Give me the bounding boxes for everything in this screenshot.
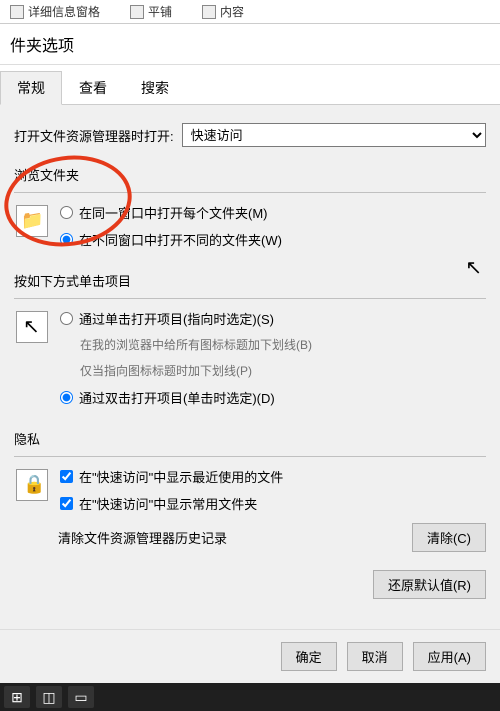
divider: [14, 298, 486, 299]
apply-button[interactable]: 应用(A): [413, 642, 486, 671]
ok-button[interactable]: 确定: [281, 642, 337, 671]
ribbon-details-label: 详细信息窗格: [28, 3, 100, 20]
divider: [14, 456, 486, 457]
ribbon-tile[interactable]: 平铺: [130, 3, 172, 20]
tab-view[interactable]: 查看: [62, 71, 124, 104]
check-freq-folders[interactable]: [60, 497, 73, 510]
start-button[interactable]: ⊞: [4, 686, 30, 708]
check-freq-folders-label[interactable]: 在"快速访问"中显示常用文件夹: [79, 494, 257, 513]
tab-search[interactable]: 搜索: [124, 71, 186, 104]
radio-single-click[interactable]: [60, 312, 73, 325]
task-view-icon[interactable]: ◫: [36, 686, 62, 708]
restore-defaults-button[interactable]: 还原默认值(R): [373, 570, 486, 599]
ribbon-tile-label: 平铺: [148, 3, 172, 20]
dialog-title: 件夹选项: [0, 24, 500, 65]
radio-double-click-label[interactable]: 通过双击打开项目(单击时选定)(D): [79, 388, 275, 407]
sub-underline-all: 在我的浏览器中给所有图标标题加下划线(B): [80, 336, 312, 354]
privacy-group-title: 隐私: [14, 429, 486, 448]
radio-single-click-label[interactable]: 通过单击打开项目(指向时选定)(S): [79, 309, 274, 328]
dialog-button-bar: 确定 取消 应用(A): [0, 629, 500, 683]
radio-double-click[interactable]: [60, 391, 73, 404]
ribbon-content-label: 内容: [220, 3, 244, 20]
click-group-title: 按如下方式单击项目: [14, 271, 486, 290]
clear-history-label: 清除文件资源管理器历史记录: [58, 528, 227, 547]
cancel-button[interactable]: 取消: [347, 642, 403, 671]
tab-general[interactable]: 常规: [0, 71, 62, 105]
open-with-label: 打开文件资源管理器时打开:: [14, 126, 174, 145]
open-with-select[interactable]: 快速访问: [182, 123, 486, 147]
browse-group-title: 浏览文件夹: [14, 165, 486, 184]
check-recent-files[interactable]: [60, 470, 73, 483]
radio-diff-window-label[interactable]: 在不同窗口中打开不同的文件夹(W): [79, 230, 282, 249]
tab-content-general: 打开文件资源管理器时打开: 快速访问 浏览文件夹 在同一窗口中打开每个文件夹(M…: [0, 105, 500, 609]
check-recent-files-label[interactable]: 在"快速访问"中显示最近使用的文件: [79, 467, 283, 486]
content-icon: [202, 5, 216, 19]
sub-underline-hover: 仅当指向图标标题时加下划线(P): [80, 362, 312, 380]
privacy-icon: [16, 469, 48, 501]
folder-icon: [16, 205, 48, 237]
ribbon-content[interactable]: 内容: [202, 3, 244, 20]
clear-button[interactable]: 清除(C): [412, 523, 486, 552]
radio-same-window-label[interactable]: 在同一窗口中打开每个文件夹(M): [79, 203, 268, 222]
explorer-icon[interactable]: ▭: [68, 686, 94, 708]
tile-icon: [130, 5, 144, 19]
taskbar: ⊞ ◫ ▭: [0, 683, 500, 711]
details-icon: [10, 5, 24, 19]
cursor-icon: [16, 311, 48, 343]
ribbon-bar: 详细信息窗格 平铺 内容: [0, 0, 500, 24]
ribbon-details-pane[interactable]: 详细信息窗格: [10, 3, 100, 20]
radio-same-window[interactable]: [60, 206, 73, 219]
radio-diff-window[interactable]: [60, 233, 73, 246]
divider: [14, 192, 486, 193]
tab-bar: 常规 查看 搜索: [0, 65, 500, 105]
